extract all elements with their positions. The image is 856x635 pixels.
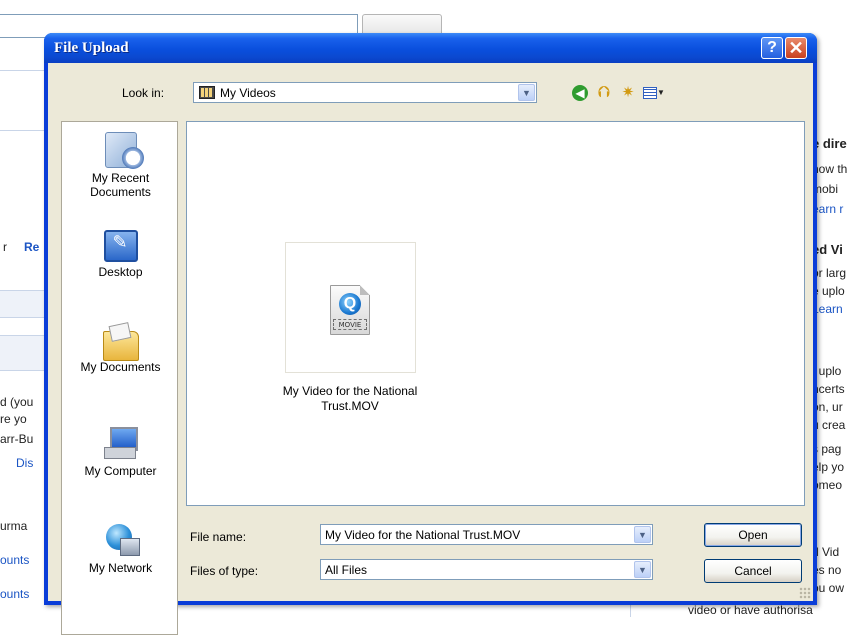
files-of-type-dropdown[interactable]: All Files ▼ [320, 559, 653, 580]
file-upload-dialog: File Upload ? ✕ Look in: My Videos ▼ ◀ ⮉… [44, 33, 817, 635]
background-band [0, 290, 50, 318]
help-button[interactable]: ? [761, 37, 783, 59]
desktop-icon [103, 230, 138, 262]
file-name-value: My Video for the National Trust.MOV [325, 528, 521, 542]
place-my-documents[interactable]: My Documents [62, 327, 179, 374]
background-text: r [3, 240, 7, 254]
background-link[interactable]: Dis [16, 456, 33, 470]
my-network-icon [104, 522, 140, 558]
look-in-value: My Videos [220, 86, 276, 100]
back-arrow-icon: ◀ [572, 85, 588, 101]
background-text: u crea [812, 418, 846, 432]
movie-label: MOVIE [333, 319, 367, 330]
chevron-down-icon[interactable]: ▼ [518, 84, 535, 101]
divider [0, 130, 50, 131]
background-text: arr-Bu [0, 432, 34, 446]
place-my-network[interactable]: My Network [62, 522, 179, 575]
divider [0, 70, 50, 71]
movie-file-icon: Q MOVIE [330, 285, 370, 335]
background-band [0, 335, 50, 371]
caret-down-icon: ▼ [657, 88, 665, 97]
file-name-field[interactable]: My Video for the National Trust.MOV ▼ [320, 524, 653, 545]
background-link[interactable]: ounts [0, 587, 29, 601]
views-icon [643, 87, 658, 99]
open-button[interactable]: Open [704, 523, 802, 547]
file-thumbnail[interactable]: Q MOVIE [285, 242, 416, 373]
place-label: Desktop [98, 265, 143, 279]
look-in-dropdown[interactable]: My Videos ▼ [193, 82, 537, 103]
my-documents-icon [102, 331, 139, 361]
place-label: My Recent [91, 171, 150, 185]
up-folder-icon: ⮉ [597, 84, 611, 101]
background-text: re yo [0, 412, 27, 426]
file-name-caption[interactable]: My Video for the National Trust.MOV [255, 384, 445, 414]
background-text: video or have authorisa [688, 603, 813, 617]
background-text: urma [0, 519, 28, 533]
background-text: or larg [812, 266, 847, 280]
chevron-down-icon[interactable]: ▼ [634, 526, 651, 543]
quicktime-logo-icon: Q [339, 293, 361, 315]
dialog-titlebar[interactable]: File Upload ? ✕ [44, 33, 817, 63]
cancel-button[interactable]: Cancel [704, 559, 802, 583]
files-of-type-value: All Files [325, 563, 368, 577]
files-of-type-label: Files of type: [190, 564, 259, 578]
new-folder-icon: ✷ [621, 84, 635, 101]
place-label: Documents [90, 185, 151, 199]
dialog-title: File Upload [54, 40, 129, 56]
new-folder-button[interactable]: ✷ [618, 83, 638, 103]
dialog-client-area: Look in: My Videos ▼ ◀ ⮉ ✷ ▼ My Recent D… [48, 63, 813, 635]
close-button[interactable]: ✕ [785, 37, 807, 59]
resize-grip[interactable] [799, 587, 811, 599]
place-label: My Computer [84, 464, 157, 478]
views-menu-button[interactable]: ▼ [640, 83, 668, 103]
place-my-recent-documents[interactable]: My Recent Documents [62, 132, 179, 199]
background-heading: e dire [812, 136, 847, 151]
places-bar: My Recent Documents Desktop My Documents… [61, 121, 178, 635]
place-label: My Documents [80, 360, 161, 374]
background-text: now th [812, 162, 848, 176]
file-name-line: My Video for the National [282, 384, 418, 398]
place-desktop[interactable]: Desktop [62, 230, 179, 279]
background-text: d (you [0, 395, 34, 409]
place-my-computer[interactable]: My Computer [62, 425, 179, 478]
background-link[interactable]: Re [24, 240, 39, 254]
place-label: My Network [88, 561, 153, 575]
background-link[interactable]: ounts [0, 553, 29, 567]
file-name-line: Trust.MOV [321, 399, 379, 413]
recent-documents-icon [104, 132, 144, 169]
file-name-label: File name: [190, 530, 247, 544]
look-in-label: Look in: [122, 86, 165, 100]
chevron-down-icon[interactable]: ▼ [634, 561, 651, 578]
file-list-view[interactable]: Q MOVIE My Video for the National Trust.… [186, 121, 805, 506]
back-button[interactable]: ◀ [570, 83, 590, 103]
video-folder-icon [199, 86, 215, 99]
my-computer-icon [103, 425, 138, 461]
up-one-level-button[interactable]: ⮉ [594, 83, 614, 103]
